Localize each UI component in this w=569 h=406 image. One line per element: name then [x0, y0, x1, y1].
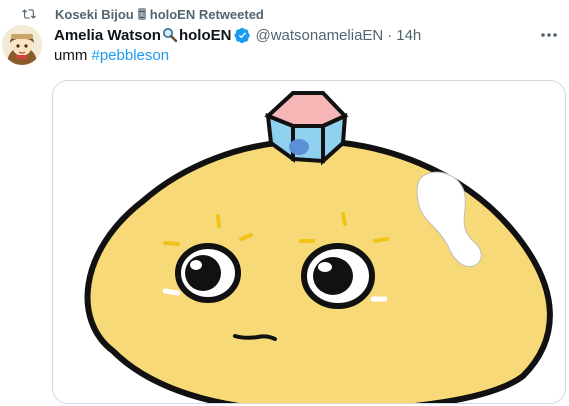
hashtag-link[interactable]: #pebbleson — [92, 47, 170, 64]
more-dots-icon — [541, 33, 557, 37]
author-name-suffix[interactable]: holoEN — [179, 27, 232, 44]
author-handle[interactable]: @watsonameliaEN — [255, 27, 383, 44]
mouth — [233, 334, 277, 341]
author-display-name[interactable]: Amelia Watson holoEN — [54, 27, 251, 44]
gem-icon — [264, 91, 349, 166]
more-options-button[interactable] — [539, 27, 559, 43]
tweet-text: umm — [54, 47, 92, 64]
tweet-header: Amelia Watson holoEN @watsonameliaEN · 1… — [54, 25, 569, 45]
retweet-icon — [22, 7, 36, 21]
retweet-suffix: holoEN Retweeted — [149, 6, 264, 22]
magnifying-glass-icon — [162, 27, 178, 43]
separator-dot: · — [387, 26, 393, 44]
tweet-body: umm #pebbleson — [54, 47, 169, 64]
retweeter-name[interactable]: Koseki Bijou — [55, 7, 134, 22]
tweet-timestamp[interactable]: 14h — [396, 27, 421, 44]
retweet-label[interactable]: Koseki Bijou holoEN Retweeted — [55, 7, 264, 22]
verified-badge-icon[interactable] — [234, 27, 251, 44]
pebble-drawing — [53, 81, 565, 403]
author-name[interactable]: Amelia Watson — [54, 27, 161, 44]
tweet-media-image[interactable] — [52, 80, 566, 404]
avatar[interactable] — [2, 25, 42, 65]
moai-emoji-icon — [135, 7, 149, 21]
retweet-context: Koseki Bijou holoEN Retweeted — [22, 5, 264, 23]
